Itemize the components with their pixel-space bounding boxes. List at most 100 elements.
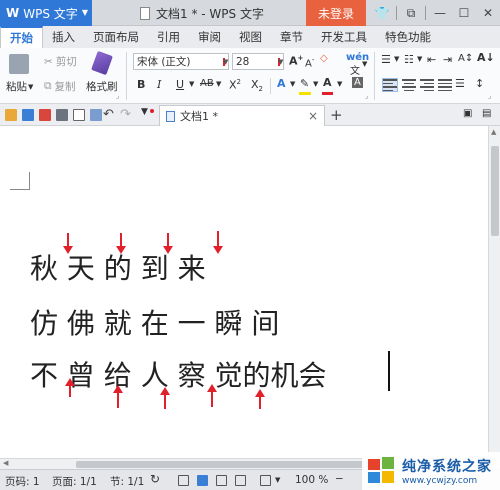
document-tab[interactable]: 文档1 * × (159, 105, 325, 126)
save-icon[interactable] (22, 109, 34, 121)
italic-button[interactable]: I (157, 78, 161, 91)
copy-button[interactable]: ⧉ 复制 (44, 79, 76, 94)
annotation-arrow-down (116, 233, 126, 254)
distributed-align-icon[interactable]: ☰ (455, 77, 465, 90)
align-right-icon[interactable] (420, 79, 434, 91)
horizontal-scroll-thumb[interactable] (76, 461, 376, 468)
paste-button[interactable] (9, 54, 29, 74)
highlight-color-bar (299, 92, 311, 95)
tab-developer[interactable]: 开发工具 (312, 26, 376, 48)
tab-insert[interactable]: 插入 (43, 26, 84, 48)
chevron-down-icon: ▼ (278, 58, 284, 66)
copy-label: 复制 (54, 81, 76, 93)
open-folder-icon[interactable] (5, 109, 17, 121)
web-view-icon[interactable] (235, 475, 246, 486)
customize-toolbar-icon[interactable]: ▼ (141, 107, 148, 117)
tab-menu-icon[interactable]: ▤ (482, 108, 491, 119)
tab-special[interactable]: 特色功能 (376, 26, 440, 48)
justify-icon[interactable] (438, 79, 452, 91)
strikethrough-button[interactable]: AB (200, 78, 214, 89)
char-shading-icon[interactable]: A (352, 77, 363, 88)
scroll-up-icon[interactable]: ▲ (491, 128, 496, 136)
login-button[interactable]: 未登录 (306, 0, 366, 26)
tab-references[interactable]: 引用 (148, 26, 189, 48)
font-name-select[interactable]: 宋体 (正文) ▼ (133, 53, 229, 70)
close-tab-icon[interactable]: × (308, 109, 318, 123)
vertical-scroll-thumb[interactable] (491, 146, 499, 236)
history-icon[interactable]: ↻ (150, 472, 160, 486)
undo-icon[interactable]: ↶ (103, 107, 114, 122)
dialog-launcher-icon[interactable]: ⌟ (365, 92, 368, 100)
maximize-icon[interactable]: ☐ (452, 0, 476, 26)
spell-check-icon[interactable] (90, 109, 102, 121)
decrease-indent-icon[interactable]: ⇤ (427, 53, 436, 66)
chevron-down-icon[interactable]: ▼ (189, 80, 194, 88)
reading-view-icon[interactable] (178, 475, 189, 486)
format-painter-icon-wrap[interactable] (91, 50, 113, 76)
line-spacing-icon[interactable]: ↕ (475, 77, 484, 90)
window-title-text: 文档1 * - WPS 文字 (156, 7, 264, 21)
grow-font-icon[interactable]: A+ (289, 54, 303, 68)
superscript-button[interactable]: X2 (229, 78, 241, 92)
shrink-font-icon[interactable]: A- (305, 56, 314, 69)
scroll-left-icon[interactable]: ◀ (3, 459, 8, 467)
chevron-down-icon[interactable]: ▼ (394, 55, 399, 63)
chevron-down-icon[interactable]: ▼ (337, 80, 342, 88)
tab-section[interactable]: 章节 (271, 26, 312, 48)
font-size-select[interactable]: 28 ▼ (232, 53, 284, 70)
document-tab-label: 文档1 * (180, 110, 218, 123)
cut-button[interactable]: ✂ 剪切 (44, 54, 77, 69)
document-line-3[interactable]: 不 曾 给 人 察 觉的机会 (30, 354, 327, 394)
minimize-icon[interactable]: — (428, 0, 452, 26)
chevron-down-icon[interactable]: ▼ (216, 80, 221, 88)
text-effect-icon[interactable]: A (277, 77, 286, 90)
zoom-out-icon[interactable]: − (335, 473, 344, 485)
redo-icon[interactable]: ↷ (120, 107, 131, 122)
align-left-icon[interactable] (382, 78, 398, 92)
restore-window-icon[interactable]: ⧉ (399, 0, 423, 26)
watermark-title: 纯净系统之家 (402, 459, 492, 475)
format-painter-button[interactable]: 格式刷 (86, 79, 118, 94)
highlight-icon[interactable]: ✎ (300, 77, 309, 90)
new-tab-button[interactable]: + (330, 106, 343, 124)
chevron-down-icon[interactable]: ▼ (275, 476, 280, 484)
skin-icon[interactable]: 👕 (370, 0, 394, 26)
font-color-icon[interactable]: A (323, 76, 332, 89)
wps-menu-button[interactable]: W WPS 文字 ▼ (0, 0, 92, 26)
increase-indent-icon[interactable]: ⇥ (443, 53, 452, 66)
focus-mode-icon[interactable] (260, 475, 271, 486)
bullet-list-icon[interactable]: ☰ (381, 53, 391, 66)
document-line-2[interactable]: 仿 佛 就 在 一 瞬 间 (30, 302, 279, 342)
close-icon[interactable]: ✕ (476, 0, 500, 26)
print-icon[interactable] (56, 109, 68, 121)
pdf-export-icon[interactable] (39, 109, 51, 121)
page-count: 页面: 1/1 (52, 476, 97, 488)
clear-format-icon[interactable]: ◇ (320, 53, 328, 64)
chevron-down-icon[interactable]: ▼ (313, 80, 318, 88)
underline-button[interactable]: U (176, 78, 184, 91)
tab-page-layout[interactable]: 页面布局 (84, 26, 148, 48)
title-bar: W WPS 文字 ▼ 文档1 * - WPS 文字 未登录 👕 ⧉ — ☐ ✕ (0, 0, 500, 26)
document-canvas[interactable]: 秋 天 的 到 来 仿 佛 就 在 一 瞬 间 不 曾 给 人 察 觉的机会 (0, 126, 488, 458)
tab-view[interactable]: 视图 (230, 26, 271, 48)
paste-label-row[interactable]: 粘贴 ▼ (6, 79, 33, 94)
outline-view-icon[interactable] (216, 475, 227, 486)
subscript-button[interactable]: X2 (251, 78, 263, 93)
vertical-scrollbar[interactable]: ▲ (488, 126, 500, 458)
tab-list-icon[interactable]: ▣ (463, 108, 472, 119)
tab-home[interactable]: 开始 (0, 26, 43, 48)
dialog-launcher-icon[interactable]: ⌟ (488, 92, 491, 100)
bold-button[interactable]: B (137, 78, 145, 91)
print-preview-icon[interactable] (73, 109, 85, 121)
sort-icon[interactable]: A↓ (477, 51, 495, 64)
chevron-down-icon[interactable]: ▼ (362, 60, 367, 68)
chevron-down-icon[interactable]: ▼ (290, 80, 295, 88)
chinese-layout-icon[interactable]: A↕ (458, 53, 473, 64)
page-view-icon[interactable] (197, 475, 208, 486)
tab-review[interactable]: 审阅 (189, 26, 230, 48)
zoom-level[interactable]: 100 % (295, 474, 328, 486)
align-center-icon[interactable] (402, 79, 416, 91)
chevron-down-icon[interactable]: ▼ (417, 55, 422, 63)
numbered-list-icon[interactable]: ☷ (404, 53, 414, 66)
dialog-launcher-icon[interactable]: ⌟ (116, 92, 119, 100)
